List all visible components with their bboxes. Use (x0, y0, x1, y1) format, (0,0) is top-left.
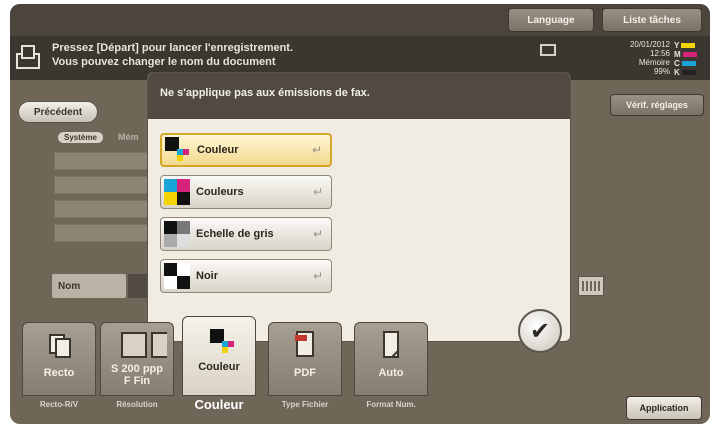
dialog-title: Ne s'applique pas aux émissions de fax. (148, 73, 570, 119)
tab-file-type[interactable]: PDF (268, 322, 342, 396)
status-memory-label: Mémoire (638, 58, 670, 67)
message-line-2: Vous pouvez changer le nom du document (52, 56, 276, 68)
duplex-icon (49, 334, 71, 358)
toner-m: M (674, 50, 704, 59)
tab-value: Recto (43, 367, 75, 379)
system-tab[interactable]: Système (58, 132, 103, 143)
fax-icon (540, 44, 556, 56)
page-icon (383, 331, 399, 358)
option-label: Noir (196, 270, 218, 282)
return-icon: ↵ (312, 185, 324, 199)
language-button[interactable]: Language (508, 8, 594, 32)
form-line (54, 224, 150, 242)
color-dialog: Ne s'applique pas aux émissions de fax. … (147, 72, 571, 342)
status-memory-value: 99% (653, 67, 670, 76)
tab-duplex[interactable]: Recto (22, 322, 96, 396)
ok-button[interactable]: ✔ (518, 309, 562, 353)
auto-color-icon (165, 137, 191, 163)
option-label: Echelle de gris (196, 228, 274, 240)
verify-settings-button[interactable]: Vérif. réglages (610, 94, 704, 116)
screen: Language Liste tâches Pressez [Départ] p… (10, 4, 710, 424)
option-grayscale[interactable]: Echelle de gris ↵ (160, 217, 332, 251)
toner-y: Y (674, 41, 704, 50)
form-line (54, 176, 150, 194)
keyboard-icon[interactable] (578, 276, 604, 296)
return-icon: ↵ (312, 269, 324, 283)
form-line (54, 152, 150, 170)
return-icon: ↵ (312, 227, 324, 241)
grayscale-icon (164, 221, 190, 247)
tab-caption: Résolution (116, 400, 158, 409)
full-color-icon (164, 179, 190, 205)
tab-value: S 200 ppp F Fin (111, 363, 163, 387)
toner-levels: Y M C K (674, 41, 704, 77)
tab-caption: Couleur (194, 397, 244, 412)
previous-button[interactable]: Précédent (18, 101, 98, 123)
tab-caption: Type Fichier (281, 400, 329, 409)
tab-value: Couleur (198, 361, 240, 373)
tab-value: PDF (294, 367, 316, 379)
status-panel: 20/01/2012 12:56 Mémoire 99% (580, 40, 670, 76)
option-label: Couleur (197, 144, 239, 156)
tab-scan-size[interactable]: Auto (354, 322, 428, 396)
application-button[interactable]: Application (626, 396, 702, 420)
resolution-icon (121, 332, 167, 358)
option-label: Couleurs (196, 186, 244, 198)
form-line (54, 200, 150, 218)
memory-tab[interactable]: Mém (118, 132, 139, 142)
status-time: 12:56 (649, 49, 670, 58)
tab-value: Auto (378, 367, 404, 379)
document-icon (16, 45, 40, 69)
toner-c: C (674, 59, 704, 68)
name-label: Nom (52, 274, 126, 298)
tab-caption: Recto-R/V (39, 400, 79, 409)
tab-color[interactable]: Couleur (182, 316, 256, 396)
option-couleurs[interactable]: Couleurs ↵ (160, 175, 332, 209)
pdf-file-icon (295, 331, 314, 357)
message-line-1: Pressez [Départ] pour lancer l'enregistr… (52, 42, 294, 54)
toner-k: K (674, 68, 704, 77)
black-icon (164, 263, 190, 289)
tab-caption: Format Num. (366, 400, 416, 409)
color-icon (202, 323, 236, 357)
job-list-button[interactable]: Liste tâches (602, 8, 702, 32)
status-date: 20/01/2012 (629, 40, 670, 49)
option-noir[interactable]: Noir ↵ (160, 259, 332, 293)
tab-resolution[interactable]: S 200 ppp F Fin (100, 322, 174, 396)
return-icon: ↵ (311, 143, 323, 157)
option-couleur[interactable]: Couleur ↵ (160, 133, 332, 167)
